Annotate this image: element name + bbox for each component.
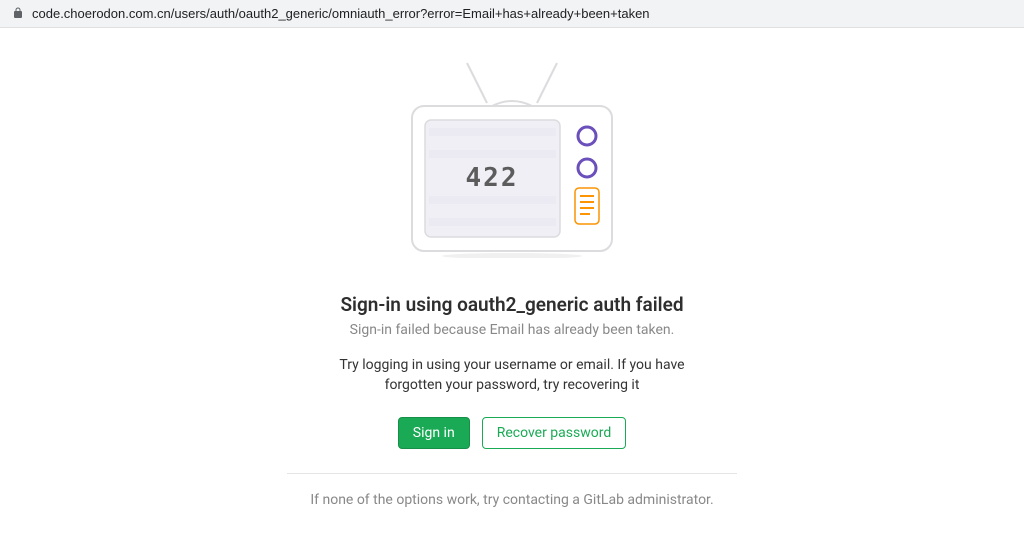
sign-in-button[interactable]: Sign in bbox=[398, 417, 470, 449]
svg-text:422: 422 bbox=[466, 163, 519, 193]
recover-password-button[interactable]: Recover password bbox=[482, 417, 627, 449]
divider bbox=[287, 473, 737, 474]
error-heading: Sign-in using oauth2_generic auth failed bbox=[340, 293, 683, 316]
address-bar[interactable]: code.choerodon.com.cn/users/auth/oauth2_… bbox=[0, 0, 1024, 28]
footer-text: If none of the options work, try contact… bbox=[310, 492, 713, 508]
lock-icon bbox=[12, 4, 32, 23]
error-subtitle: Sign-in failed because Email has already… bbox=[350, 322, 675, 338]
url-text: code.choerodon.com.cn/users/auth/oauth2_… bbox=[32, 6, 650, 21]
tv-illustration: 422 bbox=[407, 58, 617, 258]
help-text: Try logging in using your username or em… bbox=[322, 356, 702, 395]
error-content: 422 Sign-in using oauth2_generic auth fa… bbox=[0, 28, 1024, 508]
button-row: Sign in Recover password bbox=[398, 417, 626, 449]
